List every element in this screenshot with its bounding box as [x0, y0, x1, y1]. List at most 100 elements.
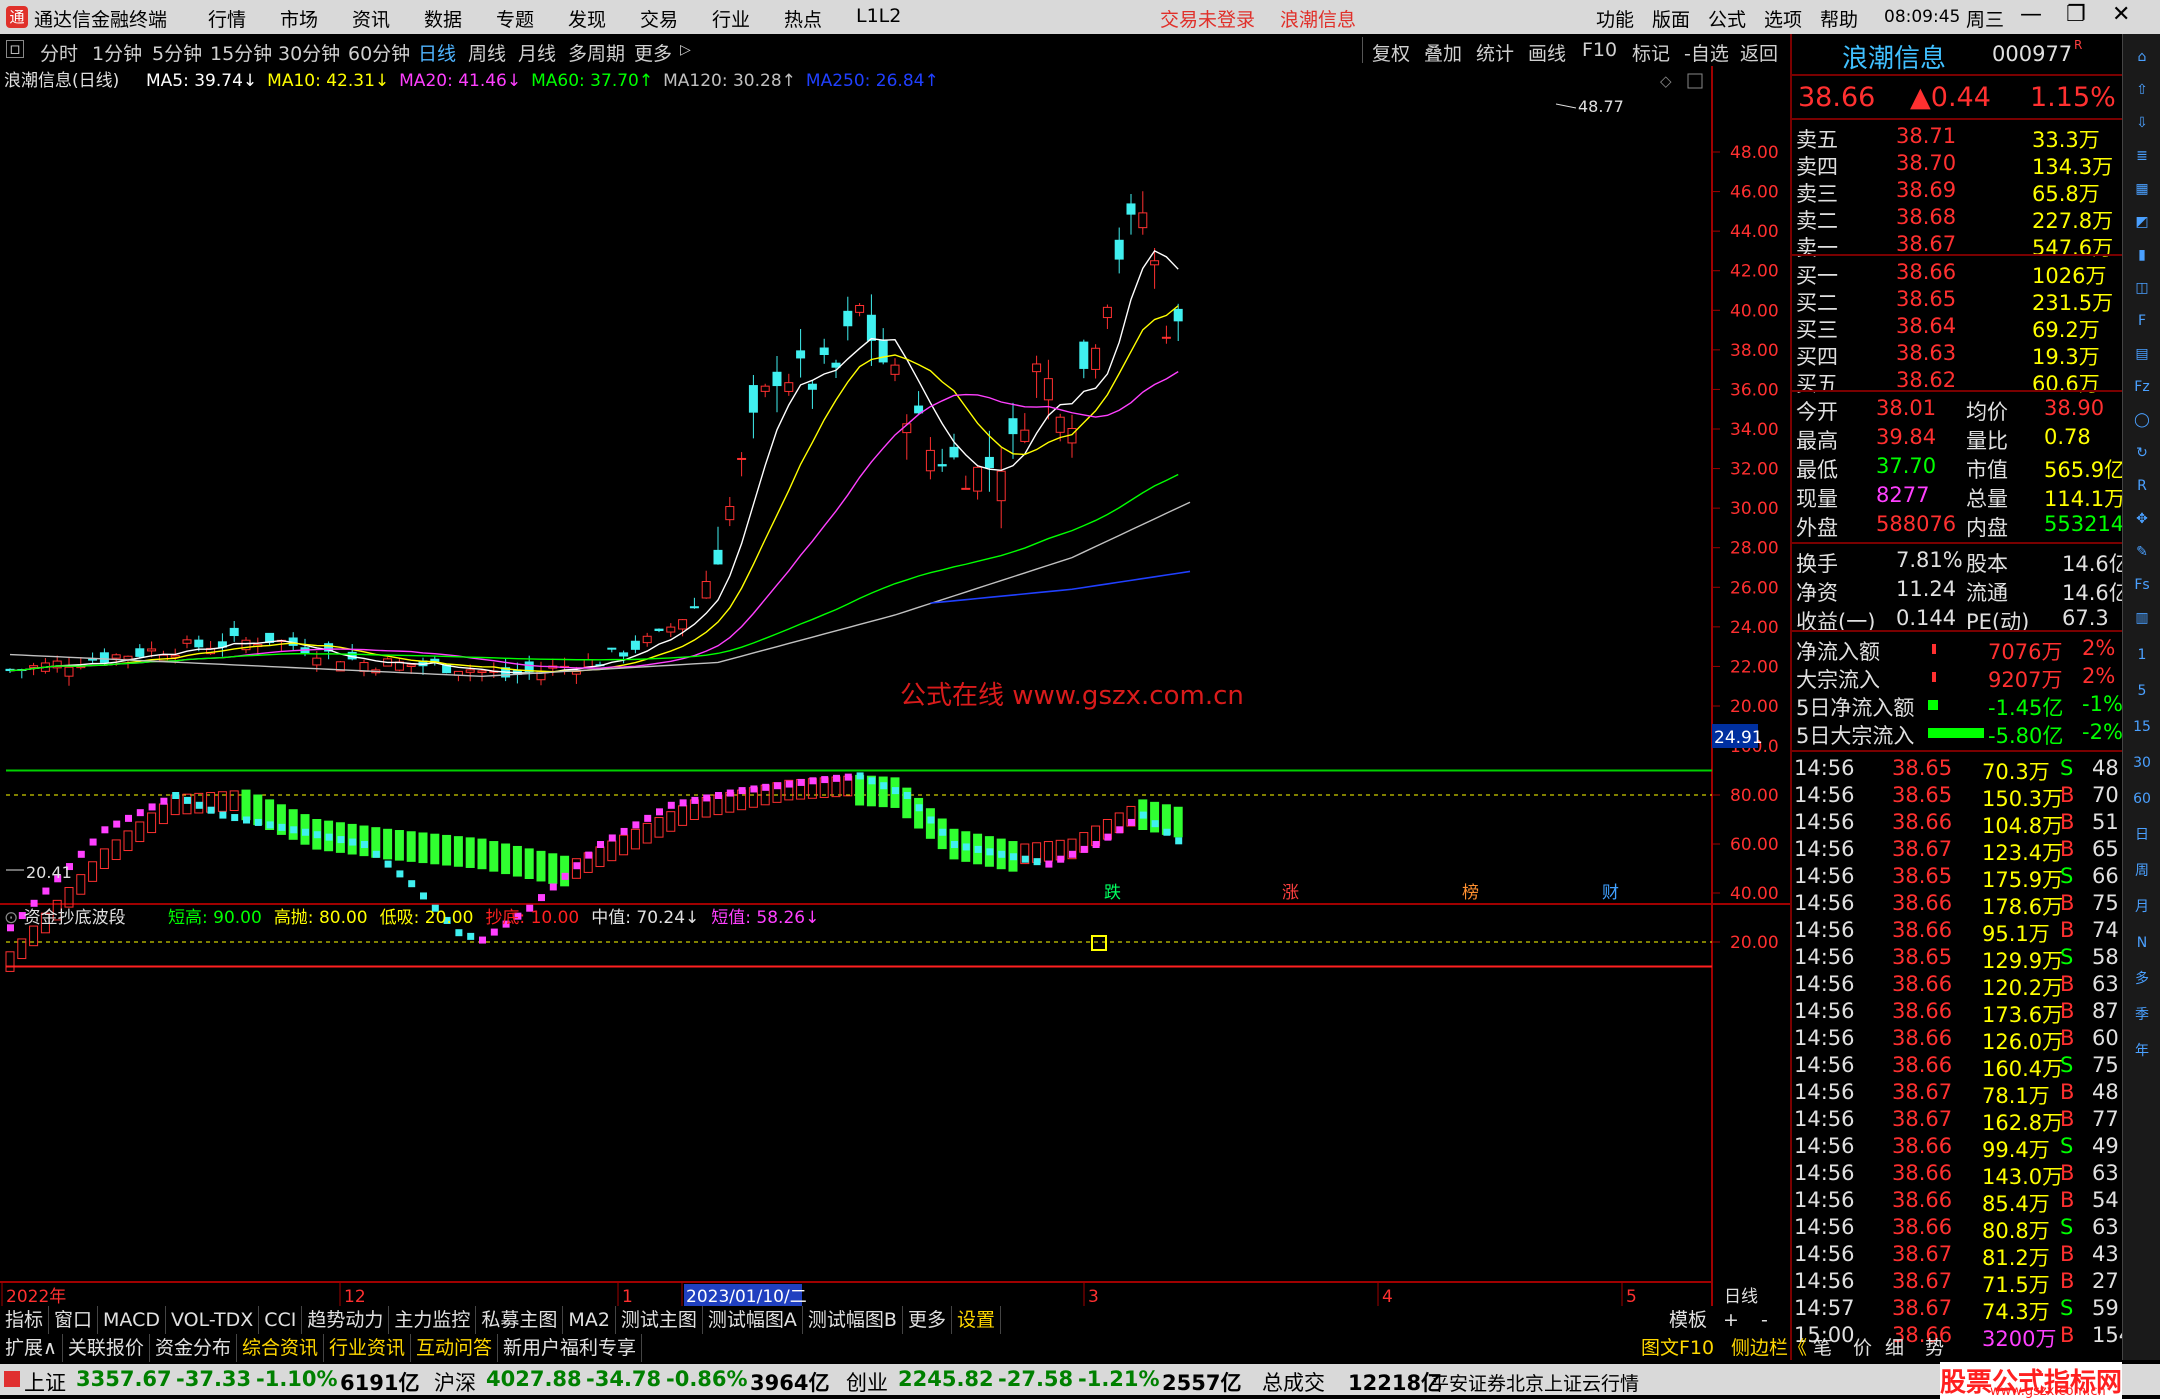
info-tab[interactable]: 行业资讯	[324, 1334, 411, 1362]
indicator-tab[interactable]: 测试幅图A	[703, 1306, 803, 1334]
up-arrow-icon[interactable]: ⇧	[2129, 77, 2155, 103]
more-arrow-icon[interactable]: ▷	[680, 42, 691, 58]
chart-settings-icon[interactable]: ◇	[1660, 72, 1672, 90]
indicator-tab[interactable]: 趋势动力	[302, 1306, 390, 1334]
side-period-10[interactable]: 季	[2129, 1002, 2155, 1028]
menu-news[interactable]: 资讯	[352, 5, 390, 32]
menu-industry[interactable]: 行业	[712, 5, 750, 32]
f10-button[interactable]: F10	[1582, 39, 1617, 61]
menu-formula[interactable]: 公式	[1708, 5, 1746, 32]
overlay-button[interactable]: 叠加	[1424, 39, 1462, 66]
side-period-4[interactable]: 60	[2129, 786, 2155, 812]
indicator-tab[interactable]: 私募主图	[476, 1306, 564, 1334]
event-finance[interactable]: 财	[1602, 883, 1619, 903]
side-period-8[interactable]: N	[2129, 930, 2155, 956]
menu-hot[interactable]: 热点	[784, 5, 822, 32]
menu-market[interactable]: 市场	[280, 5, 318, 32]
index-name[interactable]: 创业	[846, 1367, 888, 1397]
menu-function[interactable]: 功能	[1596, 5, 1634, 32]
index-name[interactable]: 沪深	[434, 1367, 476, 1397]
close-icon[interactable]: ✕	[2112, 2, 2130, 27]
layers-icon[interactable]: ◫	[2129, 275, 2155, 301]
info-tab[interactable]: 新用户福利专享	[498, 1334, 643, 1362]
info-tab-right[interactable]: 侧边栏《	[1726, 1334, 1812, 1362]
indicator-tab[interactable]: 指标	[0, 1306, 50, 1334]
info-tab-right[interactable]: 势	[1920, 1334, 1949, 1362]
period-5min[interactable]: 5分钟	[152, 39, 202, 66]
menu-discover[interactable]: 发现	[568, 5, 606, 32]
chart-icon[interactable]: ◩	[2129, 209, 2155, 235]
period-more[interactable]: 更多	[634, 39, 672, 66]
period-weekly[interactable]: 周线	[468, 39, 506, 66]
indicator-tab[interactable]: 更多	[903, 1306, 952, 1334]
indicator-tab[interactable]: 设置	[952, 1306, 1001, 1334]
grid-icon[interactable]: ▦	[2129, 176, 2155, 202]
fuquan-button[interactable]: 复权	[1372, 39, 1410, 66]
stock-name-alert[interactable]: 浪潮信息	[1280, 5, 1356, 32]
move-icon[interactable]: ✥	[2129, 506, 2155, 532]
info-tab[interactable]: 资金分布	[150, 1334, 237, 1362]
period-60min[interactable]: 60分钟	[348, 39, 410, 66]
indicator-tab[interactable]: 测试幅图B	[803, 1306, 903, 1334]
side-period-3[interactable]: 30	[2129, 750, 2155, 776]
menu-trade[interactable]: 交易	[640, 5, 678, 32]
side-period-7[interactable]: 月	[2129, 894, 2155, 920]
period-daily[interactable]: 日线	[418, 39, 456, 66]
index-name[interactable]: 上证	[24, 1367, 66, 1397]
trade-login-alert[interactable]: 交易未登录	[1160, 5, 1255, 32]
back-button[interactable]: 返回	[1740, 39, 1778, 66]
watchlist-button[interactable]: -自选	[1684, 39, 1729, 66]
info-tab-right[interactable]: 笔	[1808, 1334, 1837, 1362]
period-30min[interactable]: 30分钟	[278, 39, 340, 66]
info-tab[interactable]: 互动问答	[411, 1334, 498, 1362]
down-arrow-icon[interactable]: ⇩	[2129, 110, 2155, 136]
tab-template[interactable]: 模板	[1664, 1306, 1712, 1334]
restore-icon[interactable]: ❐	[2066, 2, 2086, 27]
info-tab[interactable]: 关联报价	[63, 1334, 150, 1362]
menu-data[interactable]: 数据	[424, 5, 462, 32]
indicator-tab[interactable]: VOL-TDX	[166, 1306, 260, 1334]
menu-topics[interactable]: 专题	[496, 5, 534, 32]
menu-quotes[interactable]: 行情	[208, 5, 246, 32]
menu-layout[interactable]: 版面	[1652, 5, 1690, 32]
info-tab-right[interactable]: 细	[1880, 1334, 1909, 1362]
indicator-tab[interactable]: 测试主图	[616, 1306, 703, 1334]
menu-l1l2[interactable]: L1L2	[856, 5, 901, 27]
tab-remove[interactable]: -	[1756, 1306, 1773, 1334]
info-tab-right[interactable]: 图文F10	[1636, 1334, 1719, 1362]
side-period-11[interactable]: 年	[2129, 1038, 2155, 1064]
side-period-2[interactable]: 15	[2129, 714, 2155, 740]
side-period-6[interactable]: 周	[2129, 858, 2155, 884]
tab-add[interactable]: +	[1718, 1306, 1744, 1334]
period-1min[interactable]: 1分钟	[92, 39, 142, 66]
menu-options[interactable]: 选项	[1764, 5, 1802, 32]
indicator-tab[interactable]: MA2	[563, 1306, 616, 1334]
info-tab[interactable]: 综合资讯	[237, 1334, 324, 1362]
mark-button[interactable]: 标记	[1632, 39, 1670, 66]
period-fenshi[interactable]: 分时	[40, 39, 78, 66]
stats-button[interactable]: 统计	[1476, 39, 1514, 66]
minimize-icon[interactable]: —	[2020, 2, 2042, 27]
period-monthly[interactable]: 月线	[518, 39, 556, 66]
event-rise[interactable]: 涨	[1282, 883, 1299, 903]
side-period-9[interactable]: 多	[2129, 966, 2155, 992]
home-icon[interactable]: ⌂	[2129, 44, 2155, 70]
f10-icon[interactable]: F	[2129, 308, 2155, 334]
side-period-1[interactable]: 5	[2129, 678, 2155, 704]
event-fall[interactable]: 跌	[1104, 883, 1121, 903]
draw-button[interactable]: 画线	[1528, 39, 1566, 66]
pen-icon[interactable]: ✎	[2129, 539, 2155, 565]
list-icon[interactable]: ≣	[2129, 143, 2155, 169]
period-15min[interactable]: 15分钟	[210, 39, 272, 66]
side-period-0[interactable]: 1	[2129, 642, 2155, 668]
panel-toggle-icon[interactable]: ▫	[6, 40, 24, 58]
side-period-5[interactable]: 日	[2129, 822, 2155, 848]
refresh-icon[interactable]: ↻	[2129, 440, 2155, 466]
indicator-tab[interactable]: CCI	[259, 1306, 303, 1334]
fz-icon[interactable]: Fz	[2129, 374, 2155, 400]
candle-icon[interactable]: ▮	[2129, 242, 2155, 268]
circle-icon[interactable]: ◯	[2129, 407, 2155, 433]
period-multi[interactable]: 多周期	[568, 39, 625, 66]
indicator-tab[interactable]: 主力监控	[389, 1306, 477, 1334]
fs-icon[interactable]: Fs	[2129, 572, 2155, 598]
